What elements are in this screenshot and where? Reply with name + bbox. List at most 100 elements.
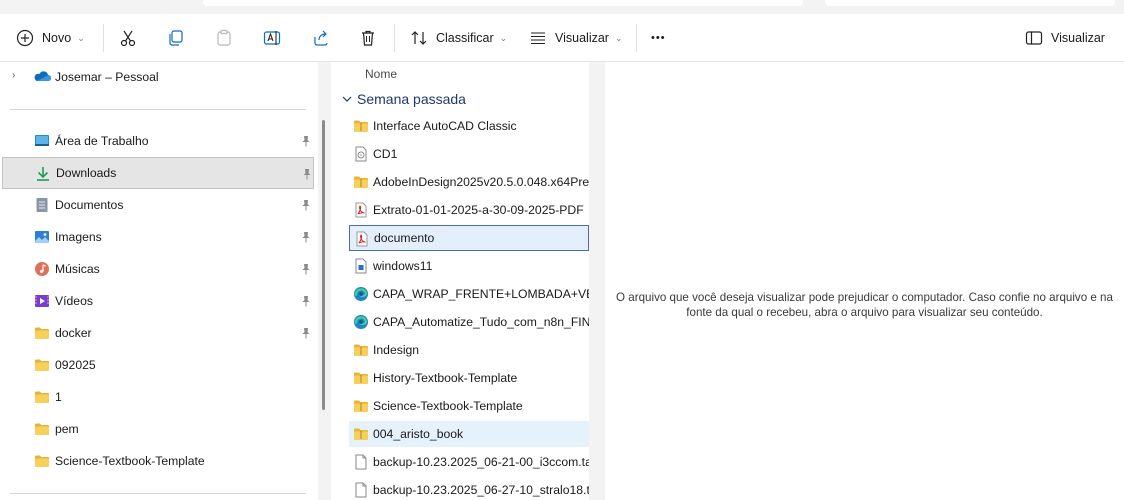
clipboard-icon bbox=[217, 29, 231, 46]
pin-icon[interactable] bbox=[300, 263, 312, 275]
rename-button[interactable] bbox=[263, 14, 281, 62]
file-row[interactable]: Indesign bbox=[349, 337, 589, 363]
delete-button[interactable] bbox=[359, 14, 377, 62]
nav-item-label: Downloads bbox=[56, 166, 117, 180]
paste-button[interactable] bbox=[215, 14, 233, 62]
pin-icon[interactable] bbox=[300, 327, 312, 339]
expand-chevron-icon[interactable]: › bbox=[12, 70, 15, 81]
nav-item-downloads[interactable]: Downloads bbox=[2, 157, 314, 189]
file-name: Indesign bbox=[373, 343, 420, 357]
file-row[interactable]: CAPA_WRAP_FRENTE+LOMBADA+VERS bbox=[349, 281, 589, 307]
folder-icon bbox=[35, 359, 49, 371]
nav-item-docker[interactable]: docker bbox=[2, 317, 314, 349]
more-icon: ••• bbox=[651, 32, 666, 44]
address-bar[interactable] bbox=[203, 0, 803, 6]
download-icon bbox=[37, 167, 49, 181]
share-button[interactable] bbox=[312, 14, 330, 62]
toolbar-divider bbox=[394, 24, 395, 52]
file-row-selected[interactable]: documento bbox=[349, 225, 589, 251]
nav-item-pictures[interactable]: Imagens bbox=[2, 221, 314, 253]
group-header[interactable]: Semana passada bbox=[341, 91, 466, 107]
pin-icon[interactable] bbox=[300, 199, 312, 211]
file-row-hovered[interactable]: 004_aristo_book bbox=[349, 421, 589, 447]
pdf-icon bbox=[356, 231, 368, 247]
file-row[interactable]: Interface AutoCAD Classic bbox=[349, 113, 589, 139]
chevron-down-icon: ⌄ bbox=[77, 32, 85, 43]
command-bar: Novo ⌄ Classificar ⌄ Visualizar ⌄ ••• Vi… bbox=[0, 14, 1124, 62]
nav-scrollbar-track[interactable] bbox=[318, 62, 331, 500]
file-row[interactable]: History-Textbook-Template bbox=[349, 365, 589, 391]
file-row[interactable]: windows11 bbox=[349, 253, 589, 279]
generic-file-icon bbox=[355, 482, 367, 498]
zip-folder-icon bbox=[354, 372, 368, 384]
folder-icon bbox=[35, 327, 49, 339]
chevron-down-icon: ⌄ bbox=[499, 32, 508, 43]
pictures-icon bbox=[35, 231, 49, 243]
nav-item-label: Science-Textbook-Template bbox=[55, 454, 205, 468]
column-header-name[interactable]: Nome bbox=[365, 67, 397, 81]
nav-item-desktop[interactable]: Área de Trabalho bbox=[2, 125, 314, 157]
folder-icon bbox=[35, 391, 49, 403]
file-row[interactable]: CAPA_Automatize_Tudo_com_n8n_FINA bbox=[349, 309, 589, 335]
file-name: History-Textbook-Template bbox=[373, 371, 518, 385]
nav-item-1[interactable]: 1 bbox=[2, 381, 314, 413]
chevron-down-icon bbox=[342, 96, 352, 102]
file-name: Extrato-01-01-2025-a-30-09-2025-PDF bbox=[373, 203, 584, 217]
pin-icon[interactable] bbox=[300, 295, 312, 307]
nav-item-videos[interactable]: Vídeos bbox=[2, 285, 314, 317]
preview-message-line-2: fonte da qual o recebeu, abra o arquivo … bbox=[686, 306, 1043, 319]
music-icon bbox=[35, 262, 49, 276]
file-row[interactable]: Extrato-01-01-2025-a-30-09-2025-PDF bbox=[349, 197, 589, 223]
preview-message-line-1: O arquivo que você deseja visualizar pod… bbox=[616, 291, 1113, 304]
nav-item-label: Vídeos bbox=[55, 294, 93, 308]
preview-pane-icon bbox=[1025, 31, 1043, 45]
file-row[interactable]: CD1 bbox=[349, 141, 589, 167]
preview-pane-button[interactable]: Visualizar bbox=[1025, 14, 1105, 62]
nav-divider bbox=[10, 493, 306, 494]
view-button[interactable]: Visualizar ⌄ bbox=[529, 14, 623, 62]
rename-icon bbox=[263, 31, 281, 45]
pane-splitter[interactable] bbox=[589, 62, 605, 500]
file-name: windows11 bbox=[373, 259, 433, 273]
search-box[interactable] bbox=[825, 0, 1115, 6]
nav-item-092025[interactable]: 092025 bbox=[2, 349, 314, 381]
cut-button[interactable] bbox=[119, 14, 137, 62]
toolbar-divider bbox=[636, 24, 637, 52]
documents-icon bbox=[36, 198, 48, 212]
file-name: 004_aristo_book bbox=[373, 427, 464, 441]
new-button[interactable]: Novo ⌄ bbox=[16, 14, 85, 62]
sort-button[interactable]: Classificar ⌄ bbox=[410, 14, 507, 62]
onedrive-icon bbox=[33, 70, 52, 82]
pin-icon[interactable] bbox=[300, 231, 312, 243]
file-name: AdobeInDesign2025v20.5.0.048.x64Premk bbox=[373, 175, 589, 189]
copy-button[interactable] bbox=[167, 14, 185, 62]
nav-item-label: Documentos bbox=[55, 198, 124, 212]
file-row[interactable]: backup-10.23.2025_06-21-00_i3ccom.tar. bbox=[349, 449, 589, 475]
nav-item-pem[interactable]: pem bbox=[2, 413, 314, 445]
chevron-down-icon: ⌄ bbox=[614, 32, 623, 43]
pin-icon[interactable] bbox=[301, 168, 313, 180]
zip-folder-icon bbox=[354, 176, 368, 188]
onedrive-label[interactable]: Josemar – Pessoal bbox=[55, 70, 159, 84]
nav-divider bbox=[10, 109, 306, 110]
document-file-icon bbox=[355, 258, 367, 274]
view-button-label: Visualizar bbox=[555, 31, 609, 45]
share-icon bbox=[314, 30, 328, 46]
more-options-button[interactable]: ••• bbox=[651, 14, 666, 62]
file-row[interactable]: backup-10.23.2025_06-27-10_stralo18.tar. bbox=[349, 477, 589, 500]
nav-item-documents[interactable]: Documentos bbox=[2, 189, 314, 221]
nav-item-science-textbook-template[interactable]: Science-Textbook-Template bbox=[2, 445, 314, 477]
file-name: backup-10.23.2025_06-21-00_i3ccom.tar. bbox=[373, 455, 589, 469]
zip-folder-icon bbox=[354, 344, 368, 356]
edge-icon bbox=[354, 287, 368, 301]
file-row[interactable]: Science-Textbook-Template bbox=[349, 393, 589, 419]
nav-item-music[interactable]: Músicas bbox=[2, 253, 314, 285]
nav-item-label: Imagens bbox=[55, 230, 102, 244]
zip-folder-icon bbox=[354, 400, 368, 412]
pin-icon[interactable] bbox=[300, 135, 312, 147]
toolbar-divider bbox=[103, 24, 104, 52]
nav-scrollbar-thumb[interactable] bbox=[322, 120, 325, 410]
videos-icon bbox=[35, 295, 49, 307]
edge-icon bbox=[354, 315, 368, 329]
file-row[interactable]: AdobeInDesign2025v20.5.0.048.x64Premk bbox=[349, 169, 589, 195]
